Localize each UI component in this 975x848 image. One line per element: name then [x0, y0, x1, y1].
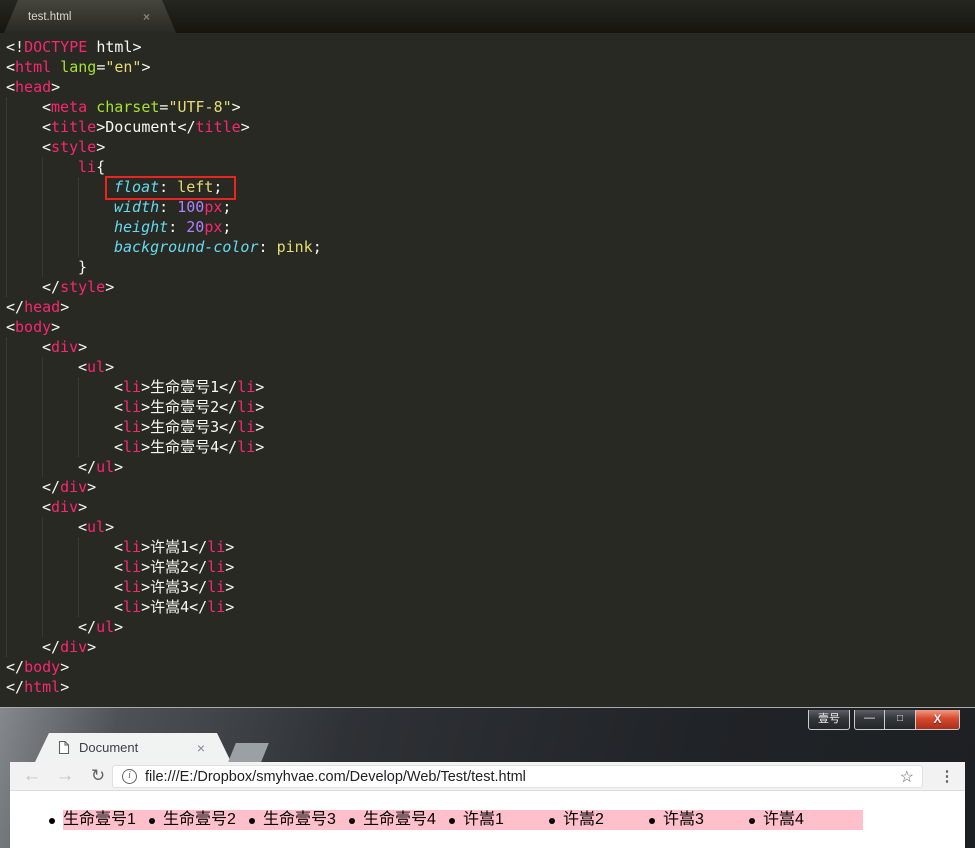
list-item-label: 许嵩1 — [463, 811, 504, 828]
list-item: 生命壹号1 — [63, 810, 163, 830]
code-line: <ul> — [6, 357, 975, 377]
code-line: <ul> — [6, 517, 975, 537]
rendered-page: 生命壹号1 生命壹号2 生命壹号3 生命壹号4 许嵩1 许嵩2 许嵩3 许嵩4 — [10, 791, 965, 848]
bullet-icon — [449, 818, 455, 824]
code-editor: test.html × <!DOCTYPE html><html lang="e… — [0, 0, 975, 707]
code-line: <li>许嵩2</li> — [6, 557, 975, 577]
code-line: </body> — [6, 657, 975, 677]
bullet-icon — [349, 818, 355, 824]
list-item: 生命壹号2 — [163, 810, 263, 830]
bullet-icon — [149, 818, 155, 824]
code-line: <li>许嵩4</li> — [6, 597, 975, 617]
code-line: </div> — [6, 637, 975, 657]
forward-icon[interactable]: → — [53, 762, 77, 791]
code-line: width: 100px; — [6, 197, 975, 217]
editor-tab-test-html[interactable]: test.html × — [4, 0, 176, 33]
code-line: <div> — [6, 497, 975, 517]
browser-tab-title: Document — [79, 740, 188, 755]
list-item: 许嵩2 — [563, 810, 663, 830]
new-tab-button[interactable] — [228, 743, 269, 762]
profile-button[interactable]: 壹号 — [808, 710, 850, 730]
bullet-icon — [549, 818, 555, 824]
bullet-icon — [49, 818, 55, 824]
list-item-label: 生命壹号4 — [363, 811, 436, 828]
code-line: <li>生命壹号2</li> — [6, 397, 975, 417]
code-line: background-color: pink; — [6, 237, 975, 257]
list-item-label: 许嵩3 — [663, 811, 704, 828]
code-area[interactable]: <!DOCTYPE html><html lang="en"><head><me… — [0, 33, 975, 707]
code-line: <meta charset="UTF-8"> — [6, 97, 975, 117]
code-line: </ul> — [6, 617, 975, 637]
code-line: <head> — [6, 77, 975, 97]
browser-window: 壹号 — □ X Document × ← → ↻ i — [0, 707, 975, 848]
page-icon — [58, 740, 70, 755]
code-line: } — [6, 257, 975, 277]
code-line: <li>许嵩1</li> — [6, 537, 975, 557]
window-controls: — □ X — [854, 710, 960, 730]
code-line: <li>生命壹号4</li> — [6, 437, 975, 457]
screen: test.html × <!DOCTYPE html><html lang="e… — [0, 0, 975, 848]
close-button[interactable]: X — [916, 710, 960, 730]
code-line: <html lang="en"> — [6, 57, 975, 77]
editor-tab-title: test.html — [28, 11, 143, 23]
code-line: </ul> — [6, 457, 975, 477]
list-item-label: 许嵩4 — [763, 811, 804, 828]
address-bar[interactable]: i file:///E:/Dropbox/smyhvae.com/Develop… — [112, 765, 923, 788]
code-line: <li>生命壹号1</li> — [6, 377, 975, 397]
minimize-button[interactable]: — — [854, 710, 885, 730]
code-line: <style> — [6, 137, 975, 157]
list-item: 许嵩4 — [763, 810, 863, 830]
close-icon[interactable]: × — [197, 740, 205, 756]
list-item-label: 许嵩2 — [563, 811, 604, 828]
code-line: <div> — [6, 337, 975, 357]
code-line: </head> — [6, 297, 975, 317]
code-line: height: 20px; — [6, 217, 975, 237]
list-item-label: 生命壹号3 — [263, 811, 336, 828]
code-line: <title>Document</title> — [6, 117, 975, 137]
list-item: 许嵩3 — [663, 810, 763, 830]
menu-icon[interactable]: ⋮ — [937, 762, 957, 791]
code-line: <li>生命壹号3</li> — [6, 417, 975, 437]
list-item: 许嵩1 — [463, 810, 563, 830]
bullet-icon — [749, 818, 755, 824]
back-icon[interactable]: ← — [20, 762, 44, 791]
bookmark-star-icon[interactable]: ☆ — [900, 767, 914, 787]
list-item-label: 生命壹号1 — [63, 811, 136, 828]
code-line: </div> — [6, 477, 975, 497]
bullet-icon — [249, 818, 255, 824]
reload-icon[interactable]: ↻ — [86, 762, 110, 791]
code-line: float: left; — [6, 177, 975, 197]
code-line: <li>许嵩3</li> — [6, 577, 975, 597]
browser-title-bar: 壹号 — □ X — [10, 708, 965, 733]
code-line: </html> — [6, 677, 975, 697]
info-icon[interactable]: i — [122, 769, 137, 784]
url-text[interactable]: file:///E:/Dropbox/smyhvae.com/Develop/W… — [145, 769, 900, 785]
browser-toolbar: ← → ↻ i file:///E:/Dropbox/smyhvae.com/D… — [10, 762, 965, 791]
browser-tab-document[interactable]: Document × — [35, 733, 231, 762]
maximize-button[interactable]: □ — [885, 710, 916, 730]
close-icon[interactable]: × — [143, 10, 150, 24]
code-line: <!DOCTYPE html> — [6, 37, 975, 57]
code-line: li{ — [6, 157, 975, 177]
list-item: 生命壹号3 — [263, 810, 363, 830]
code-line: </style> — [6, 277, 975, 297]
bullet-icon — [649, 818, 655, 824]
list-item: 生命壹号4 — [363, 810, 463, 830]
floated-list: 生命壹号1 生命壹号2 生命壹号3 生命壹号4 许嵩1 许嵩2 许嵩3 许嵩4 — [63, 810, 965, 830]
browser-tab-bar: Document × — [10, 733, 965, 762]
list-item-label: 生命壹号2 — [163, 811, 236, 828]
code-line: <body> — [6, 317, 975, 337]
editor-tab-bar: test.html × — [0, 0, 975, 33]
